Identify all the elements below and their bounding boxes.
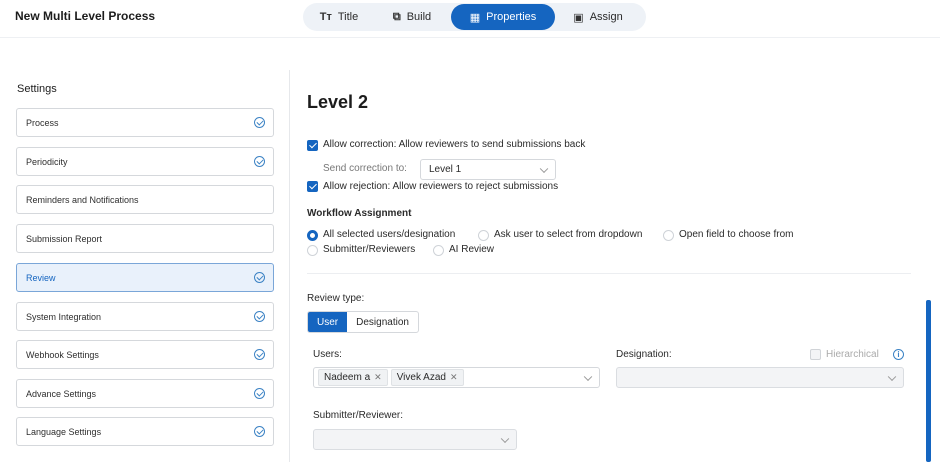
level-title: Level 2 [307, 92, 369, 112]
sidebar-item-review[interactable]: Review [16, 263, 274, 292]
chevron-down-icon [583, 372, 593, 381]
user-chip: Nadeem a ✕ [318, 369, 388, 386]
sidebar-item-reminders[interactable]: Reminders and Notifications [16, 185, 274, 214]
allow-rejection-label: Allow rejection: Allow reviewers to reje… [323, 181, 559, 192]
designation-label: Designation: [616, 349, 672, 360]
submitter-reviewer-label: Submitter/Reviewer: [313, 410, 404, 421]
info-icon[interactable]: i [893, 349, 904, 360]
hierarchical-label: Hierarchical [826, 349, 879, 360]
check-circle-icon [254, 272, 265, 283]
radio-submitter-reviewers-label: Submitter/Reviewers [323, 244, 416, 255]
sidebar-item-webhook-settings[interactable]: Webhook Settings [16, 340, 274, 369]
sidebar-title: Settings [17, 83, 57, 95]
scrollbar-thumb[interactable] [926, 300, 931, 462]
main-panel: Level 2 Allow correction: Allow reviewer… [291, 39, 931, 462]
remove-chip-icon[interactable]: ✕ [450, 372, 458, 383]
radio-submitter-reviewers[interactable] [307, 245, 318, 256]
settings-sidebar: Settings Process Periodicity Reminders a… [0, 70, 290, 462]
remove-chip-icon[interactable]: ✕ [374, 372, 382, 383]
user-chip: Vivek Azad ✕ [390, 369, 464, 386]
check-circle-icon [254, 311, 265, 322]
assign-icon: ▣ [573, 11, 584, 24]
tab-assign[interactable]: ▣ Assign [555, 4, 641, 30]
build-blocks-icon: ⧉ [392, 10, 401, 23]
allow-correction-checkbox[interactable] [307, 140, 318, 151]
check-circle-icon [254, 117, 265, 128]
send-correction-select[interactable]: Level 1 [420, 159, 556, 180]
designation-select[interactable] [616, 367, 904, 388]
users-label: Users: [313, 349, 342, 360]
radio-ask-user-label: Ask user to select from dropdown [494, 229, 643, 240]
check-circle-icon [254, 156, 265, 167]
radio-open-field[interactable] [663, 230, 674, 241]
chevron-down-icon [887, 372, 897, 381]
review-type-user-button[interactable]: User [308, 312, 348, 332]
tab-title[interactable]: Tт Title [305, 4, 373, 30]
check-circle-icon [254, 426, 265, 437]
workflow-assignment-heading: Workflow Assignment [307, 208, 412, 219]
sidebar-item-process[interactable]: Process [16, 108, 274, 137]
step-tabs: Tт Title ⧉ Build ▦ Properties ▣ Assign [303, 3, 646, 31]
allow-rejection-checkbox[interactable] [307, 181, 318, 192]
sidebar-item-system-integration[interactable]: System Integration [16, 302, 274, 331]
sidebar-item-language-settings[interactable]: Language Settings [16, 417, 274, 446]
review-type-designation-button[interactable]: Designation [347, 312, 418, 332]
send-correction-label: Send correction to: [323, 163, 407, 174]
sidebar-item-advance-settings[interactable]: Advance Settings [16, 379, 274, 408]
chevron-down-icon [500, 434, 510, 443]
sidebar-item-submission-report[interactable]: Submission Report [16, 224, 274, 253]
radio-all-selected-label: All selected users/designation [323, 229, 456, 240]
allow-correction-label: Allow correction: Allow reviewers to sen… [323, 139, 586, 150]
hierarchical-checkbox[interactable] [810, 349, 821, 360]
text-format-icon: Tт [319, 11, 332, 23]
radio-ask-user[interactable] [478, 230, 489, 241]
chevron-down-icon [539, 164, 549, 173]
users-multiselect[interactable]: Nadeem a ✕ Vivek Azad ✕ [313, 367, 600, 388]
tab-properties[interactable]: ▦ Properties [451, 4, 555, 30]
review-type-label: Review type: [307, 293, 365, 304]
radio-ai-review[interactable] [433, 245, 444, 256]
top-bar: New Multi Level Process Tт Title ⧉ Build… [0, 0, 940, 38]
tab-build[interactable]: ⧉ Build [373, 4, 451, 30]
submitter-reviewer-select[interactable] [313, 429, 517, 450]
radio-ai-review-label: AI Review [449, 244, 495, 255]
check-circle-icon [254, 349, 265, 360]
divider [307, 273, 911, 274]
check-circle-icon [254, 388, 265, 399]
review-type-toggle: User Designation [307, 311, 419, 333]
sidebar-item-periodicity[interactable]: Periodicity [16, 147, 274, 176]
properties-icon: ▦ [469, 11, 481, 24]
radio-open-field-label: Open field to choose from [679, 229, 794, 240]
app-title: New Multi Level Process [15, 9, 156, 23]
radio-all-selected[interactable] [307, 230, 318, 241]
